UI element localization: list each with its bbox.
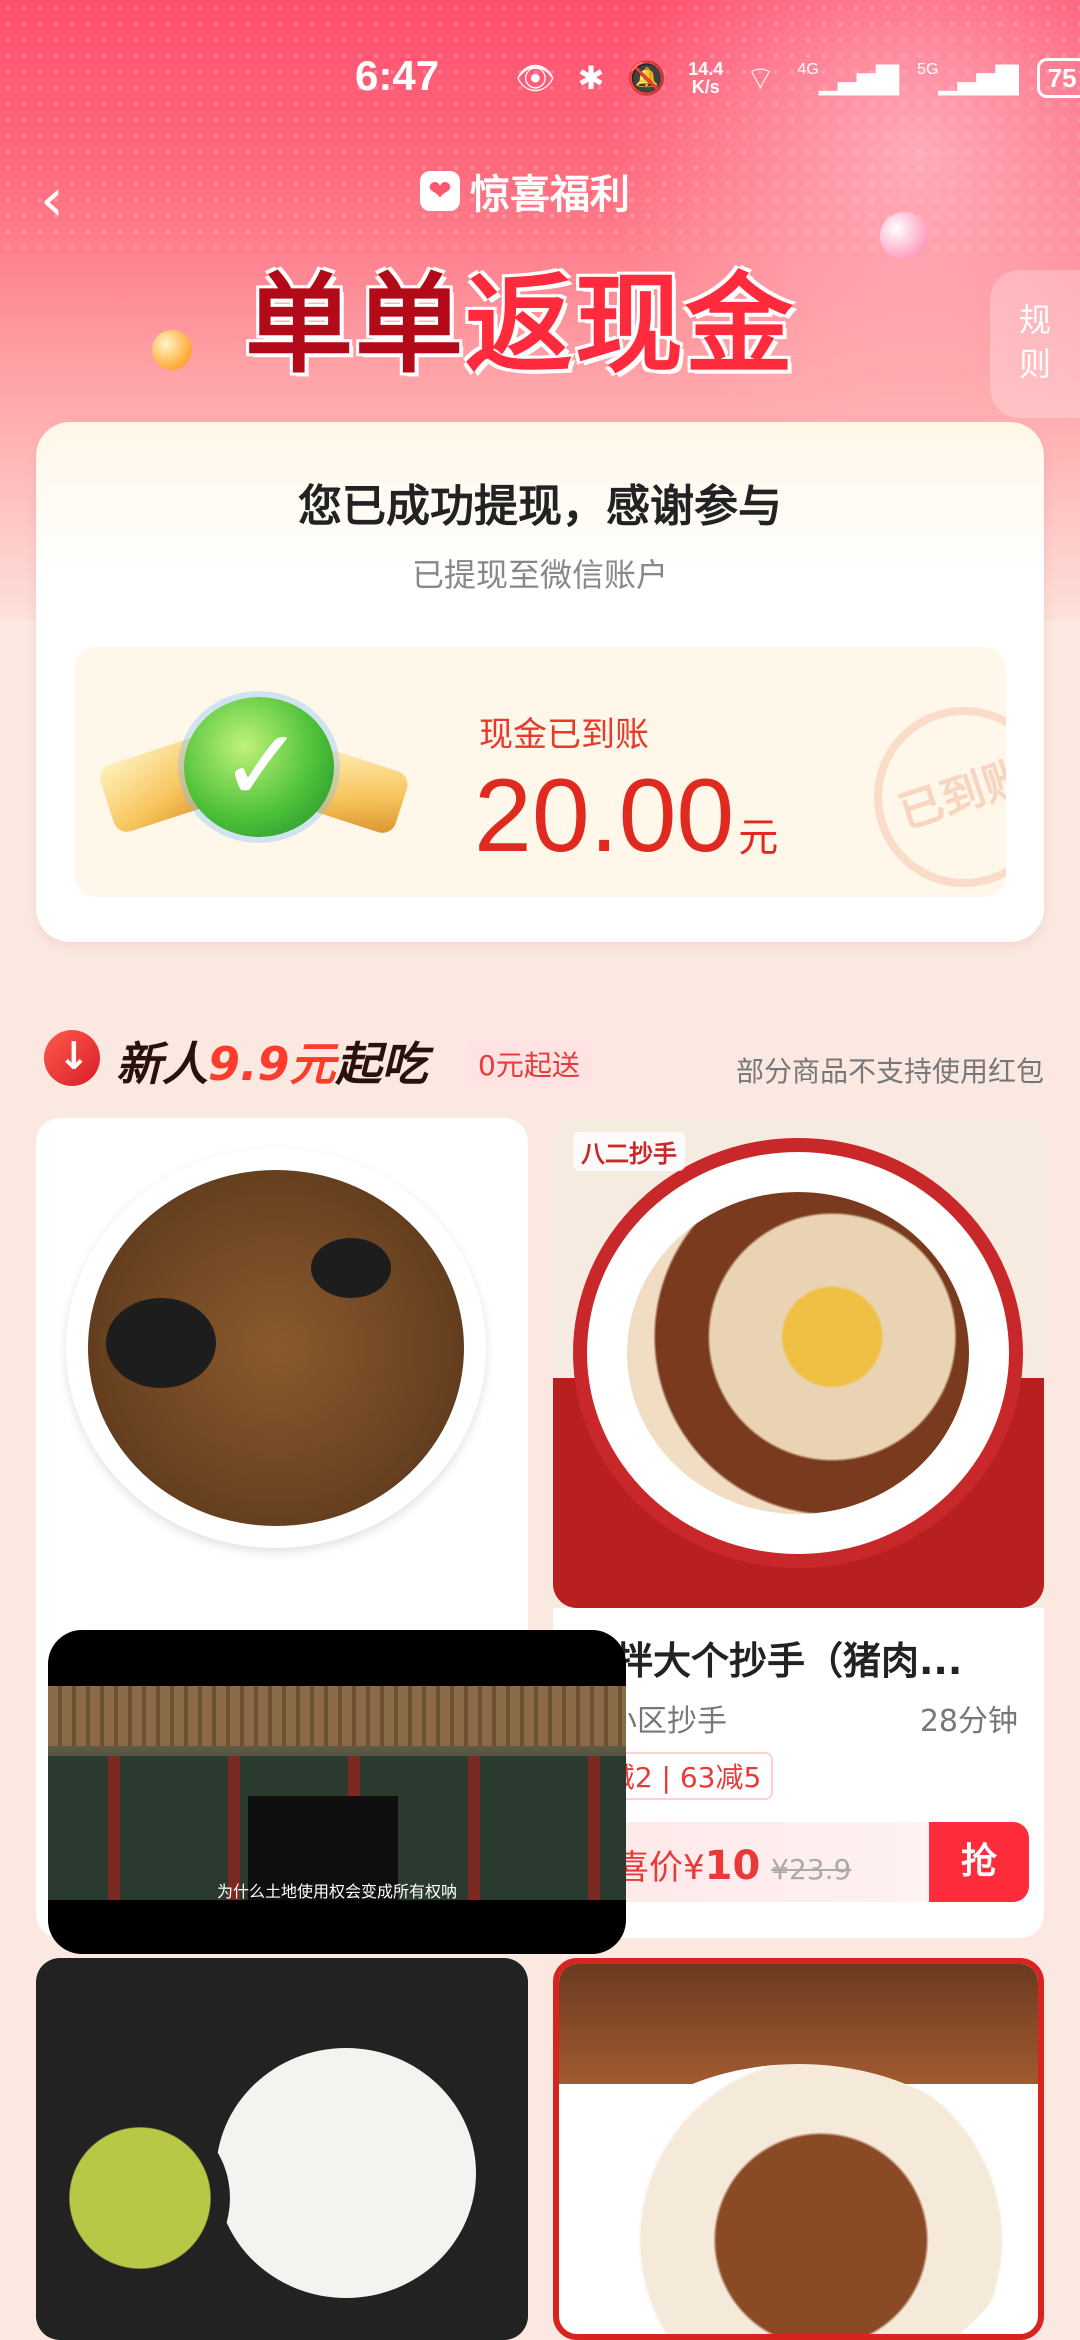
net-speed: 14.4 K/s	[688, 59, 724, 97]
section-note: 部分商品不支持使用红包	[735, 1055, 1044, 1088]
shop-logo: 八二抄手	[573, 1132, 685, 1171]
mute-icon: 🔕	[626, 60, 667, 96]
product-image: 八二抄手	[553, 1118, 1044, 1608]
promo-label: ❤ 惊喜福利	[420, 162, 630, 220]
promo-title-part2: 返现金	[465, 263, 796, 388]
gift-icon: ❤	[420, 171, 460, 211]
food-detail	[311, 1238, 391, 1298]
promo-title: 单单返现金	[245, 238, 795, 394]
back-button[interactable]: ‹	[40, 170, 100, 230]
delivery-time: 28分钟	[919, 1704, 1018, 1739]
wechat-pay-icon	[96, 677, 412, 877]
old-price: ¥23.9	[771, 1853, 852, 1886]
cash-label: 现金已到账	[479, 715, 649, 755]
promo-title-part1: 单单	[245, 263, 466, 388]
check-icon	[184, 697, 334, 837]
rules-button[interactable]: 规则	[990, 270, 1080, 418]
decor-coin-icon	[152, 330, 192, 370]
signal-5g-label: 5G	[917, 60, 939, 78]
video-subtitle: 为什么土地使用权会变成所有权呐	[216, 1882, 457, 1901]
download-badge-icon	[44, 1030, 100, 1086]
dumpling-bowl-image	[573, 1138, 1023, 1568]
cash-unit: 元	[738, 816, 779, 860]
status-icons: 👁 ✱ 🔕 14.4 K/s ⌔ 4G▁▃▅▇ 5G▁▃▅▇ 75	[515, 58, 1080, 98]
food-detail	[106, 1298, 216, 1388]
section-title-prefix: 新人	[116, 1037, 208, 1091]
signal-4g-label: 4G	[797, 60, 819, 78]
signal-4g-icon: 4G▁▃▅▇	[797, 60, 899, 95]
rules-label: 规则	[1018, 301, 1051, 383]
grab-button[interactable]: 抢	[929, 1822, 1029, 1902]
battery-indicator: 75	[1036, 58, 1080, 98]
price-bar: 惊喜价¥10 ¥23.9 抢	[567, 1822, 1029, 1902]
section-header: 新人9.9元起吃 0元起送 部分商品不支持使用红包	[36, 1024, 1044, 1094]
product-card-2[interactable]: 八二抄手 杂拌大个抄手（猪肉... 二小区抄手 28分钟 2减2 | 63减5 …	[553, 1118, 1044, 1938]
cash-amount: 20.00 元	[474, 757, 778, 876]
bluetooth-icon: ✱	[577, 60, 605, 96]
withdraw-card: 您已成功提现，感谢参与 已提现至微信账户 现金已到账 20.00元 已到账	[36, 422, 1044, 942]
cash-amount-value: 20.00	[474, 758, 735, 874]
product-card-3[interactable]	[36, 1958, 528, 2340]
price-value: 10	[704, 1843, 761, 1889]
status-bar: 6:47 👁 ✱ 🔕 14.4 K/s ⌔ 4G▁▃▅▇ 5G▁▃▅▇ 75	[0, 40, 1080, 120]
product-card-4[interactable]	[553, 1958, 1044, 2340]
porridge-bowl-image	[50, 2108, 230, 2288]
section-title-highlight: 9.9元	[208, 1037, 336, 1091]
video-roof	[48, 1686, 626, 1746]
free-delivery-badge: 0元起送	[466, 1040, 592, 1088]
withdraw-subtitle: 已提现至微信账户	[411, 556, 668, 594]
eye-icon: 👁	[515, 60, 556, 96]
wifi-icon: ⌔	[745, 60, 776, 96]
floating-video-player[interactable]: 为什么土地使用权会变成所有权呐	[48, 1630, 626, 1954]
promo-label-text: 惊喜福利	[470, 172, 630, 218]
food-platter-image	[216, 2048, 476, 2298]
section-title: 新人9.9元起吃	[116, 1028, 428, 1094]
chevron-left-icon: ‹	[40, 165, 64, 235]
withdraw-title: 您已成功提现，感谢参与	[298, 481, 782, 532]
cash-panel: 现金已到账 20.00元 已到账	[74, 647, 1006, 897]
signal-5g-icon: 5G▁▃▅▇	[917, 60, 1019, 95]
decor-orb-icon	[880, 212, 928, 260]
braised-meat-bowl-image	[579, 2064, 1019, 2334]
section-title-suffix: 起吃	[335, 1037, 428, 1091]
received-stamp: 已到账	[850, 683, 1006, 897]
product-name: 杂拌大个抄手（猪肉...	[577, 1639, 963, 1683]
currency: ¥	[683, 1848, 705, 1888]
status-time: 6:47	[355, 52, 440, 99]
video-frame	[48, 1686, 626, 1900]
